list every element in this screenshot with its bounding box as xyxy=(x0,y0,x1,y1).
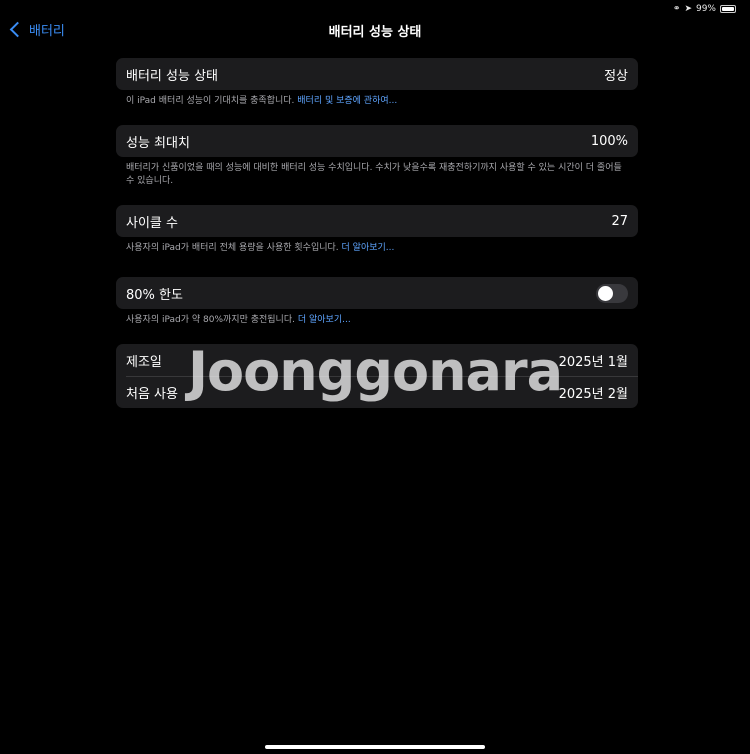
limit-toggle[interactable] xyxy=(596,283,628,303)
health-note-text: 이 iPad 배터리 성능이 기대치를 충족합니다. xyxy=(126,96,298,106)
limit-note-text: 사용자의 iPad가 약 80%까지만 충전됩니다. xyxy=(126,315,298,325)
max-capacity-label: 성능 최대치 xyxy=(126,135,190,151)
cycle-count-label: 사이클 수 xyxy=(126,215,178,231)
home-indicator[interactable] xyxy=(265,745,485,749)
health-group: 배터리 성능 상태 정상 xyxy=(116,58,638,90)
limit-group: 80% 한도 xyxy=(116,277,638,309)
max-capacity-value: 100% xyxy=(590,133,628,149)
page-title: 배터리 성능 상태 xyxy=(328,25,422,40)
max-capacity-footnote: 배터리가 신품이었을 때의 성능에 대비한 배터리 성능 수치입니다. 수치가 … xyxy=(116,157,638,205)
first-use-value: 2025년 2월 xyxy=(558,386,628,402)
health-row: 배터리 성능 상태 정상 xyxy=(116,58,638,90)
dates-group: 제조일 2025년 1월 처음 사용 2025년 2월 xyxy=(116,344,638,408)
max-capacity-group: 성능 최대치 100% xyxy=(116,125,638,157)
settings-content: 배터리 성능 상태 정상 이 iPad 배터리 성능이 기대치를 충족합니다. … xyxy=(116,58,638,408)
cycle-count-footnote: 사용자의 iPad가 배터리 전체 용량을 사용한 횟수입니다. 더 알아보기.… xyxy=(116,237,638,277)
health-label: 배터리 성능 상태 xyxy=(126,68,218,84)
manufactured-label: 제조일 xyxy=(126,354,162,370)
battery-icon xyxy=(720,5,736,13)
limit-label: 80% 한도 xyxy=(126,287,183,303)
cycle-count-learn-more-link[interactable]: 더 알아보기... xyxy=(342,243,395,253)
link-icon: ⚭ xyxy=(672,4,681,14)
cycle-count-note-text: 사용자의 iPad가 배터리 전체 용량을 사용한 횟수입니다. xyxy=(126,243,342,253)
first-use-row: 처음 사용 2025년 2월 xyxy=(116,376,638,408)
limit-learn-more-link[interactable]: 더 알아보기... xyxy=(298,315,351,325)
health-footnote: 이 iPad 배터리 성능이 기대치를 충족합니다. 배터리 및 보증에 관하여… xyxy=(116,90,638,125)
cycle-count-group: 사이클 수 27 xyxy=(116,205,638,237)
toggle-knob xyxy=(598,285,613,301)
max-capacity-row: 성능 최대치 100% xyxy=(116,125,638,157)
max-capacity-note-text: 배터리가 신품이었을 때의 성능에 대비한 배터리 성능 수치입니다. 수치가 … xyxy=(126,163,622,186)
limit-footnote: 사용자의 iPad가 약 80%까지만 충전됩니다. 더 알아보기... xyxy=(116,309,638,344)
status-bar: ⚭ ➤ 99% xyxy=(673,2,736,16)
battery-warranty-link[interactable]: 배터리 및 보증에 관하여... xyxy=(297,96,397,106)
limit-row: 80% 한도 xyxy=(116,277,638,309)
battery-percent: 99% xyxy=(695,4,716,14)
cycle-count-row: 사이클 수 27 xyxy=(116,205,638,237)
navigation-bar: 배터리 배터리 성능 상태 xyxy=(0,16,750,44)
first-use-label: 처음 사용 xyxy=(126,386,178,402)
health-value: 정상 xyxy=(604,68,628,84)
manufactured-value: 2025년 1월 xyxy=(558,354,628,370)
cycle-count-value: 27 xyxy=(611,213,628,229)
manufactured-row: 제조일 2025년 1월 xyxy=(116,344,638,376)
location-icon: ➤ xyxy=(684,4,692,14)
